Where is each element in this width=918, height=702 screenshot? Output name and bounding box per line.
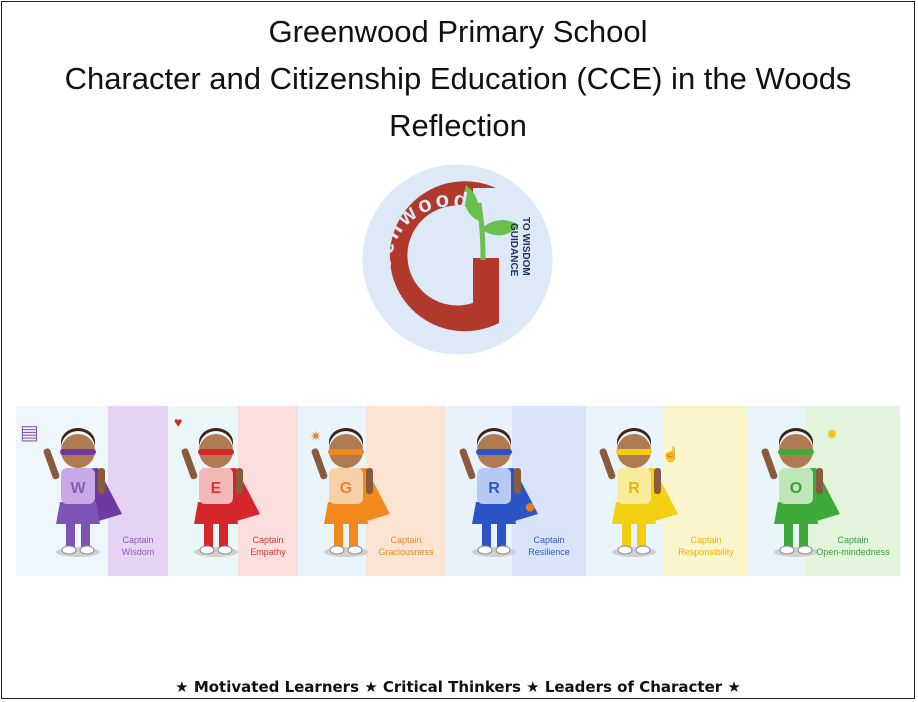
hero-caption-title: Captain (390, 535, 422, 545)
hero-caption-value: Empathy (250, 547, 286, 557)
hero-letter: W (70, 480, 86, 497)
hero-caption-value: Graciousness (378, 547, 434, 557)
hero-letter: R (488, 480, 500, 497)
character-heroes-banner: W ▤ Captain Wisdom E ♥ Captain Empathy G ✷ Captain… (16, 406, 900, 576)
heart-icon: ♥ (174, 414, 183, 430)
hero-letter: O (790, 480, 802, 497)
hero-caption: Captain Open-mindedness (806, 534, 900, 558)
page-subtitle: Reflection (389, 108, 527, 143)
hero-caption-title: Captain (690, 535, 722, 545)
book-icon: ▤ (20, 422, 39, 444)
hero-caption-value: Open-mindedness (816, 547, 890, 557)
logo-graphic: Greenwood GUIDANCE TO WISDOM (362, 164, 553, 355)
hero-panel: W ▤ Captain Wisdom (16, 406, 168, 576)
lightbulb-icon: ✹ (826, 426, 838, 442)
hero-panel: R ☝ Captain Responsibility (586, 406, 748, 576)
hero-caption: Captain Graciousness (366, 534, 446, 558)
hero-caption: Captain Responsibility (664, 534, 748, 558)
sparkle-icon: ✷ (310, 428, 322, 444)
hero-caption: Captain Resilience (512, 534, 586, 558)
hero-caption-value: Wisdom (121, 547, 155, 557)
hero-caption-title: Captain (533, 535, 565, 545)
title-block: Greenwood Primary School Character and C… (2, 8, 914, 149)
hero-letter: E (211, 480, 222, 497)
logo-tagline-2: TO WISDOM (520, 217, 531, 276)
hero-caption-title: Captain (837, 535, 869, 545)
hero-letter: R (628, 480, 640, 497)
hero-panel: R ● Captain Resilience (446, 406, 586, 576)
school-logo: Greenwood GUIDANCE TO WISDOM (361, 163, 554, 356)
hero-panel: E ♥ Captain Empathy (168, 406, 298, 576)
hero-caption-value: Resilience (528, 547, 570, 557)
school-motto: ★ Motivated Learners ★ Critical Thinkers… (175, 678, 741, 696)
hero-caption: Captain Empathy (238, 534, 298, 558)
school-name: Greenwood Primary School (268, 14, 648, 49)
program-title: Character and Citizenship Education (CCE… (64, 61, 852, 96)
hero-letter: G (340, 480, 352, 497)
thumbs-up-icon: ☝ (662, 446, 680, 462)
basketball-icon: ● (524, 496, 537, 518)
hero-panel: O ✹ Captain Open-mindedness (748, 406, 900, 576)
logo-tagline-1: GUIDANCE (508, 223, 519, 277)
hero-caption-title: Captain (252, 535, 284, 545)
hero-panel: G ✷ Captain Graciousness (298, 406, 446, 576)
reflection-page: Greenwood Primary School Character and C… (1, 1, 915, 699)
hero-caption-title: Captain (122, 535, 154, 545)
hero-caption-value: Responsibility (678, 547, 734, 557)
hero-caption: Captain Wisdom (108, 534, 168, 558)
